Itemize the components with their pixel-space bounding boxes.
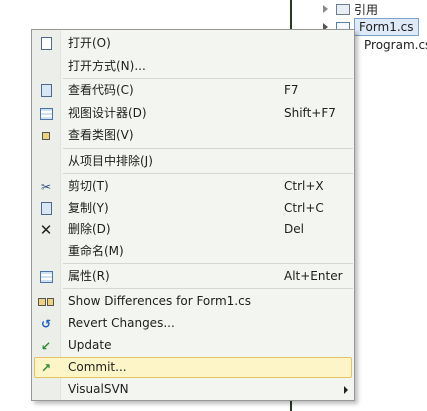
menu-item-shortcut: Alt+Enter xyxy=(284,269,343,283)
revert-icon: ↺ xyxy=(40,316,52,331)
expand-arrow-icon[interactable] xyxy=(323,5,328,13)
menu-item-cut[interactable]: ✂ 剪切(T) Ctrl+X xyxy=(34,176,352,197)
menu-item-open-with[interactable]: 打开方式(N)... xyxy=(34,56,352,77)
menu-item-view-code[interactable]: 查看代码(C) F7 xyxy=(34,80,352,101)
tree-item-label: 引用 xyxy=(354,2,379,17)
references-icon xyxy=(336,3,350,15)
properties-icon xyxy=(38,269,54,284)
menu-item-shortcut: F7 xyxy=(284,83,299,97)
menu-item-label: Commit... xyxy=(68,360,127,374)
menu-item-label: 打开(O) xyxy=(68,36,111,50)
open-icon xyxy=(38,36,54,51)
update-icon: ↙ xyxy=(40,338,52,353)
tree-item-program[interactable]: Program.cs xyxy=(364,36,427,54)
menu-item-label: Show Differences for Form1.cs xyxy=(68,294,251,308)
menu-item-revert-changes[interactable]: ↺ Revert Changes... xyxy=(34,313,352,334)
view-code-icon xyxy=(38,83,54,98)
menu-item-label: 删除(D) xyxy=(68,222,111,236)
menu-item-shortcut: Del xyxy=(284,222,304,236)
menu-item-label: 从项目中排除(J) xyxy=(68,154,153,168)
menu-item-update[interactable]: ↙ Update xyxy=(34,335,352,356)
context-menu: 打开(O) 打开方式(N)... 查看代码(C) F7 视图设计器(D) Shi… xyxy=(31,29,355,401)
menu-item-label: VisualSVN xyxy=(68,382,129,396)
menu-item-label: 打开方式(N)... xyxy=(68,59,146,73)
menu-separator xyxy=(63,173,353,174)
cut-icon: ✂ xyxy=(40,179,52,194)
menu-item-label: 查看代码(C) xyxy=(68,83,134,97)
menu-item-label: 属性(R) xyxy=(68,269,110,283)
menu-separator xyxy=(63,288,353,289)
menu-item-label: 剪切(T) xyxy=(68,179,109,193)
menu-item-exclude-from-project[interactable]: 从项目中排除(J) xyxy=(34,151,352,172)
tree-item-label: Program.cs xyxy=(364,38,427,52)
menu-item-label: 复制(Y) xyxy=(68,201,109,215)
menu-item-shortcut: Ctrl+X xyxy=(284,179,324,193)
tree-item-references[interactable]: 引用 xyxy=(323,0,378,18)
menu-item-view-class-diagram[interactable]: 查看类图(V) xyxy=(34,125,352,146)
show-differences-icon xyxy=(38,294,54,309)
menu-item-label: 视图设计器(D) xyxy=(68,106,147,120)
submenu-arrow-icon xyxy=(344,386,348,394)
menu-item-label: 查看类图(V) xyxy=(68,128,134,142)
menu-item-visualsvn[interactable]: VisualSVN xyxy=(34,379,352,400)
menu-item-show-differences[interactable]: Show Differences for Form1.cs xyxy=(34,291,352,312)
menu-item-view-designer[interactable]: 视图设计器(D) Shift+F7 xyxy=(34,103,352,124)
menu-item-label: 重命名(M) xyxy=(68,244,124,258)
menu-item-label: Update xyxy=(68,338,112,352)
tree-item-label: Form1.cs xyxy=(354,18,419,36)
menu-separator xyxy=(63,263,353,264)
menu-item-open[interactable]: 打开(O) xyxy=(34,33,352,54)
copy-icon xyxy=(38,201,54,216)
menu-item-commit[interactable]: ↗ Commit... xyxy=(34,357,352,378)
commit-icon: ↗ xyxy=(40,360,52,375)
menu-item-delete[interactable]: ✕ 删除(D) Del xyxy=(34,219,352,240)
menu-separator xyxy=(63,148,353,149)
menu-item-copy[interactable]: 复制(Y) Ctrl+C xyxy=(34,198,352,219)
menu-separator xyxy=(63,78,353,79)
menu-item-shortcut: Ctrl+C xyxy=(284,201,324,215)
menu-item-rename[interactable]: 重命名(M) xyxy=(34,241,352,262)
class-diagram-icon xyxy=(38,128,54,143)
menu-item-label: Revert Changes... xyxy=(68,316,175,330)
menu-item-shortcut: Shift+F7 xyxy=(284,106,336,120)
delete-icon: ✕ xyxy=(39,220,53,239)
menu-item-properties[interactable]: 属性(R) Alt+Enter xyxy=(34,266,352,287)
view-designer-icon xyxy=(38,106,54,121)
